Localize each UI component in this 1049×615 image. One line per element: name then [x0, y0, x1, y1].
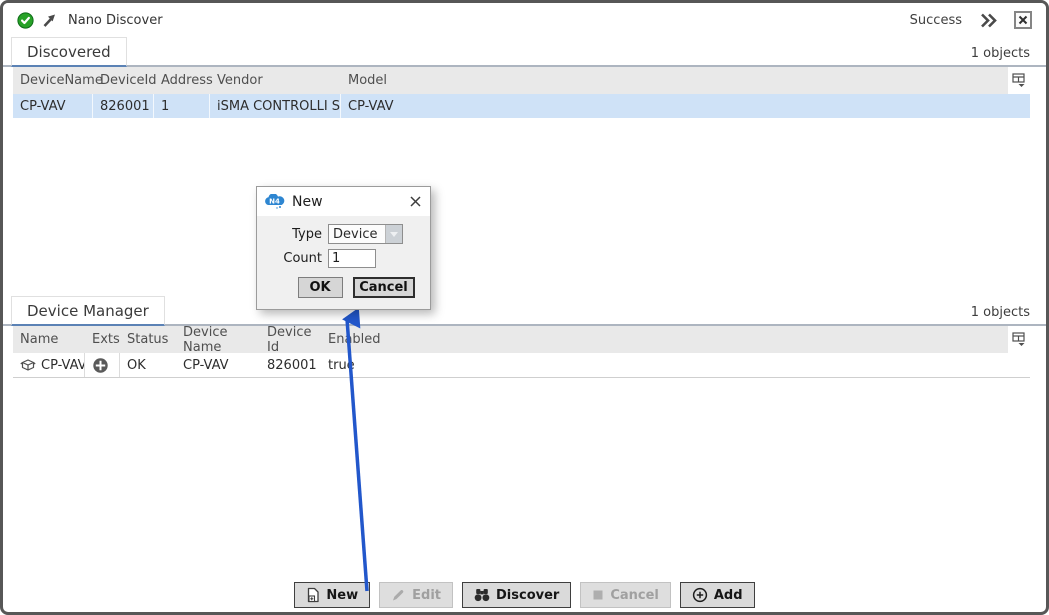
- expand-chevrons-icon[interactable]: [977, 12, 999, 29]
- new-page-icon: [306, 587, 320, 603]
- new-button[interactable]: New: [294, 582, 370, 608]
- new-button-label: New: [326, 588, 358, 603]
- cell-device-id: 826001: [260, 353, 321, 377]
- column-header-exts[interactable]: Exts: [85, 332, 120, 347]
- column-header-devicename[interactable]: DeviceName: [13, 73, 93, 88]
- type-dropdown[interactable]: Device: [328, 224, 403, 244]
- add-button[interactable]: Add: [680, 582, 755, 608]
- new-dialog: N4 New Type Device Count OK Cancel: [256, 186, 431, 310]
- edit-button[interactable]: Edit: [379, 582, 453, 608]
- cancel-square-icon: [592, 589, 604, 601]
- column-header-address[interactable]: Address: [154, 73, 210, 88]
- new-dialog-titlebar[interactable]: N4 New: [257, 187, 430, 216]
- niagara-n4-icon: N4: [265, 194, 285, 209]
- dialog-body: Type Device Count OK Cancel: [257, 216, 430, 298]
- column-header-status[interactable]: Status: [120, 332, 176, 347]
- column-header-name[interactable]: Name: [13, 332, 85, 347]
- tab-device-manager[interactable]: Device Manager: [11, 296, 165, 326]
- type-label: Type: [282, 227, 322, 242]
- points-ext-icon[interactable]: [92, 357, 109, 374]
- cancel-button[interactable]: Cancel: [580, 582, 671, 608]
- column-header-device-id[interactable]: Device Id: [260, 325, 321, 355]
- tab-rule: [3, 65, 1046, 67]
- discovered-object-count: 1 objects: [971, 46, 1030, 67]
- close-view-icon[interactable]: [1014, 11, 1032, 29]
- title-bar: Nano Discover Success: [3, 3, 1046, 37]
- device-manager-tab-row: Device Manager 1 objects: [3, 296, 1046, 326]
- add-button-label: Add: [714, 588, 743, 603]
- column-header-deviceid[interactable]: DeviceId: [93, 73, 154, 88]
- add-circle-plus-icon: [692, 587, 708, 603]
- table-options-icon[interactable]: [1008, 326, 1030, 353]
- dialog-cancel-button[interactable]: Cancel: [353, 277, 415, 298]
- dialog-title: New: [292, 194, 323, 210]
- discovered-empty-area: [3, 118, 1046, 296]
- tab-discovered-label: Discovered: [27, 43, 111, 61]
- cell-enabled: true: [321, 353, 1030, 377]
- discover-job-arrow-icon: [41, 12, 58, 29]
- discovered-table-header: DeviceName DeviceId Address Vendor Model: [13, 67, 1030, 94]
- discover-button[interactable]: Discover: [462, 582, 571, 608]
- count-input[interactable]: [328, 249, 376, 268]
- device-manager-toolbar: New Edit Discover Cancel Add: [3, 582, 1046, 608]
- cell-exts: [85, 353, 120, 377]
- discovered-pane: Discovered 1 objects DeviceName DeviceId…: [3, 37, 1046, 118]
- discovered-tab-row: Discovered 1 objects: [3, 37, 1046, 67]
- cell-status: OK: [120, 353, 176, 377]
- chevron-down-icon: [390, 232, 398, 237]
- discover-binoculars-icon: [474, 588, 490, 602]
- cell-deviceid: 826001: [93, 94, 154, 118]
- cell-model: CP-VAV: [341, 94, 1030, 118]
- tab-device-manager-label: Device Manager: [27, 302, 149, 320]
- tab-discovered[interactable]: Discovered: [11, 37, 127, 67]
- cell-address: 1: [154, 94, 210, 118]
- type-dropdown-value: Device: [329, 227, 385, 242]
- device-manager-table-header: Name Exts Status Device Name Device Id E…: [13, 326, 1030, 353]
- table-options-icon[interactable]: [1008, 67, 1030, 94]
- discover-button-label: Discover: [496, 588, 559, 603]
- device-row-cpvav[interactable]: CP-VAV OK CP-VAV 826001 true: [13, 353, 1030, 378]
- device-box-icon: [20, 358, 36, 372]
- cell-devicename: CP-VAV: [13, 94, 93, 118]
- count-label: Count: [282, 251, 322, 266]
- column-header-vendor[interactable]: Vendor: [210, 73, 341, 88]
- discovered-row-cpvav[interactable]: CP-VAV 826001 1 iSMA CONTROLLI S.p.A. CP…: [13, 94, 1030, 118]
- device-manager-pane: Device Manager 1 objects Name Exts Statu…: [3, 296, 1046, 378]
- column-header-model[interactable]: Model: [341, 73, 1008, 88]
- column-header-enabled[interactable]: Enabled: [321, 332, 1008, 347]
- ok-button[interactable]: OK: [298, 277, 343, 298]
- nano-discover-window: Nano Discover Success Discovered 1 objec…: [0, 0, 1049, 615]
- device-manager-object-count: 1 objects: [971, 305, 1030, 326]
- success-check-icon: [17, 12, 34, 29]
- page-title: Nano Discover: [68, 13, 163, 28]
- svg-text:N4: N4: [269, 198, 280, 206]
- cell-device-name: CP-VAV: [176, 353, 260, 377]
- edit-pencil-icon: [391, 588, 406, 602]
- job-status-text: Success: [910, 13, 962, 28]
- cell-vendor: iSMA CONTROLLI S.p.A.: [210, 94, 341, 118]
- edit-button-label: Edit: [412, 588, 441, 603]
- cell-name: CP-VAV: [13, 353, 85, 377]
- dropdown-arrow-button[interactable]: [385, 225, 402, 243]
- cancel-button-label: Cancel: [610, 588, 659, 603]
- device-name-text: CP-VAV: [41, 358, 85, 373]
- dialog-close-icon[interactable]: [409, 195, 422, 208]
- column-header-device-name[interactable]: Device Name: [176, 325, 260, 355]
